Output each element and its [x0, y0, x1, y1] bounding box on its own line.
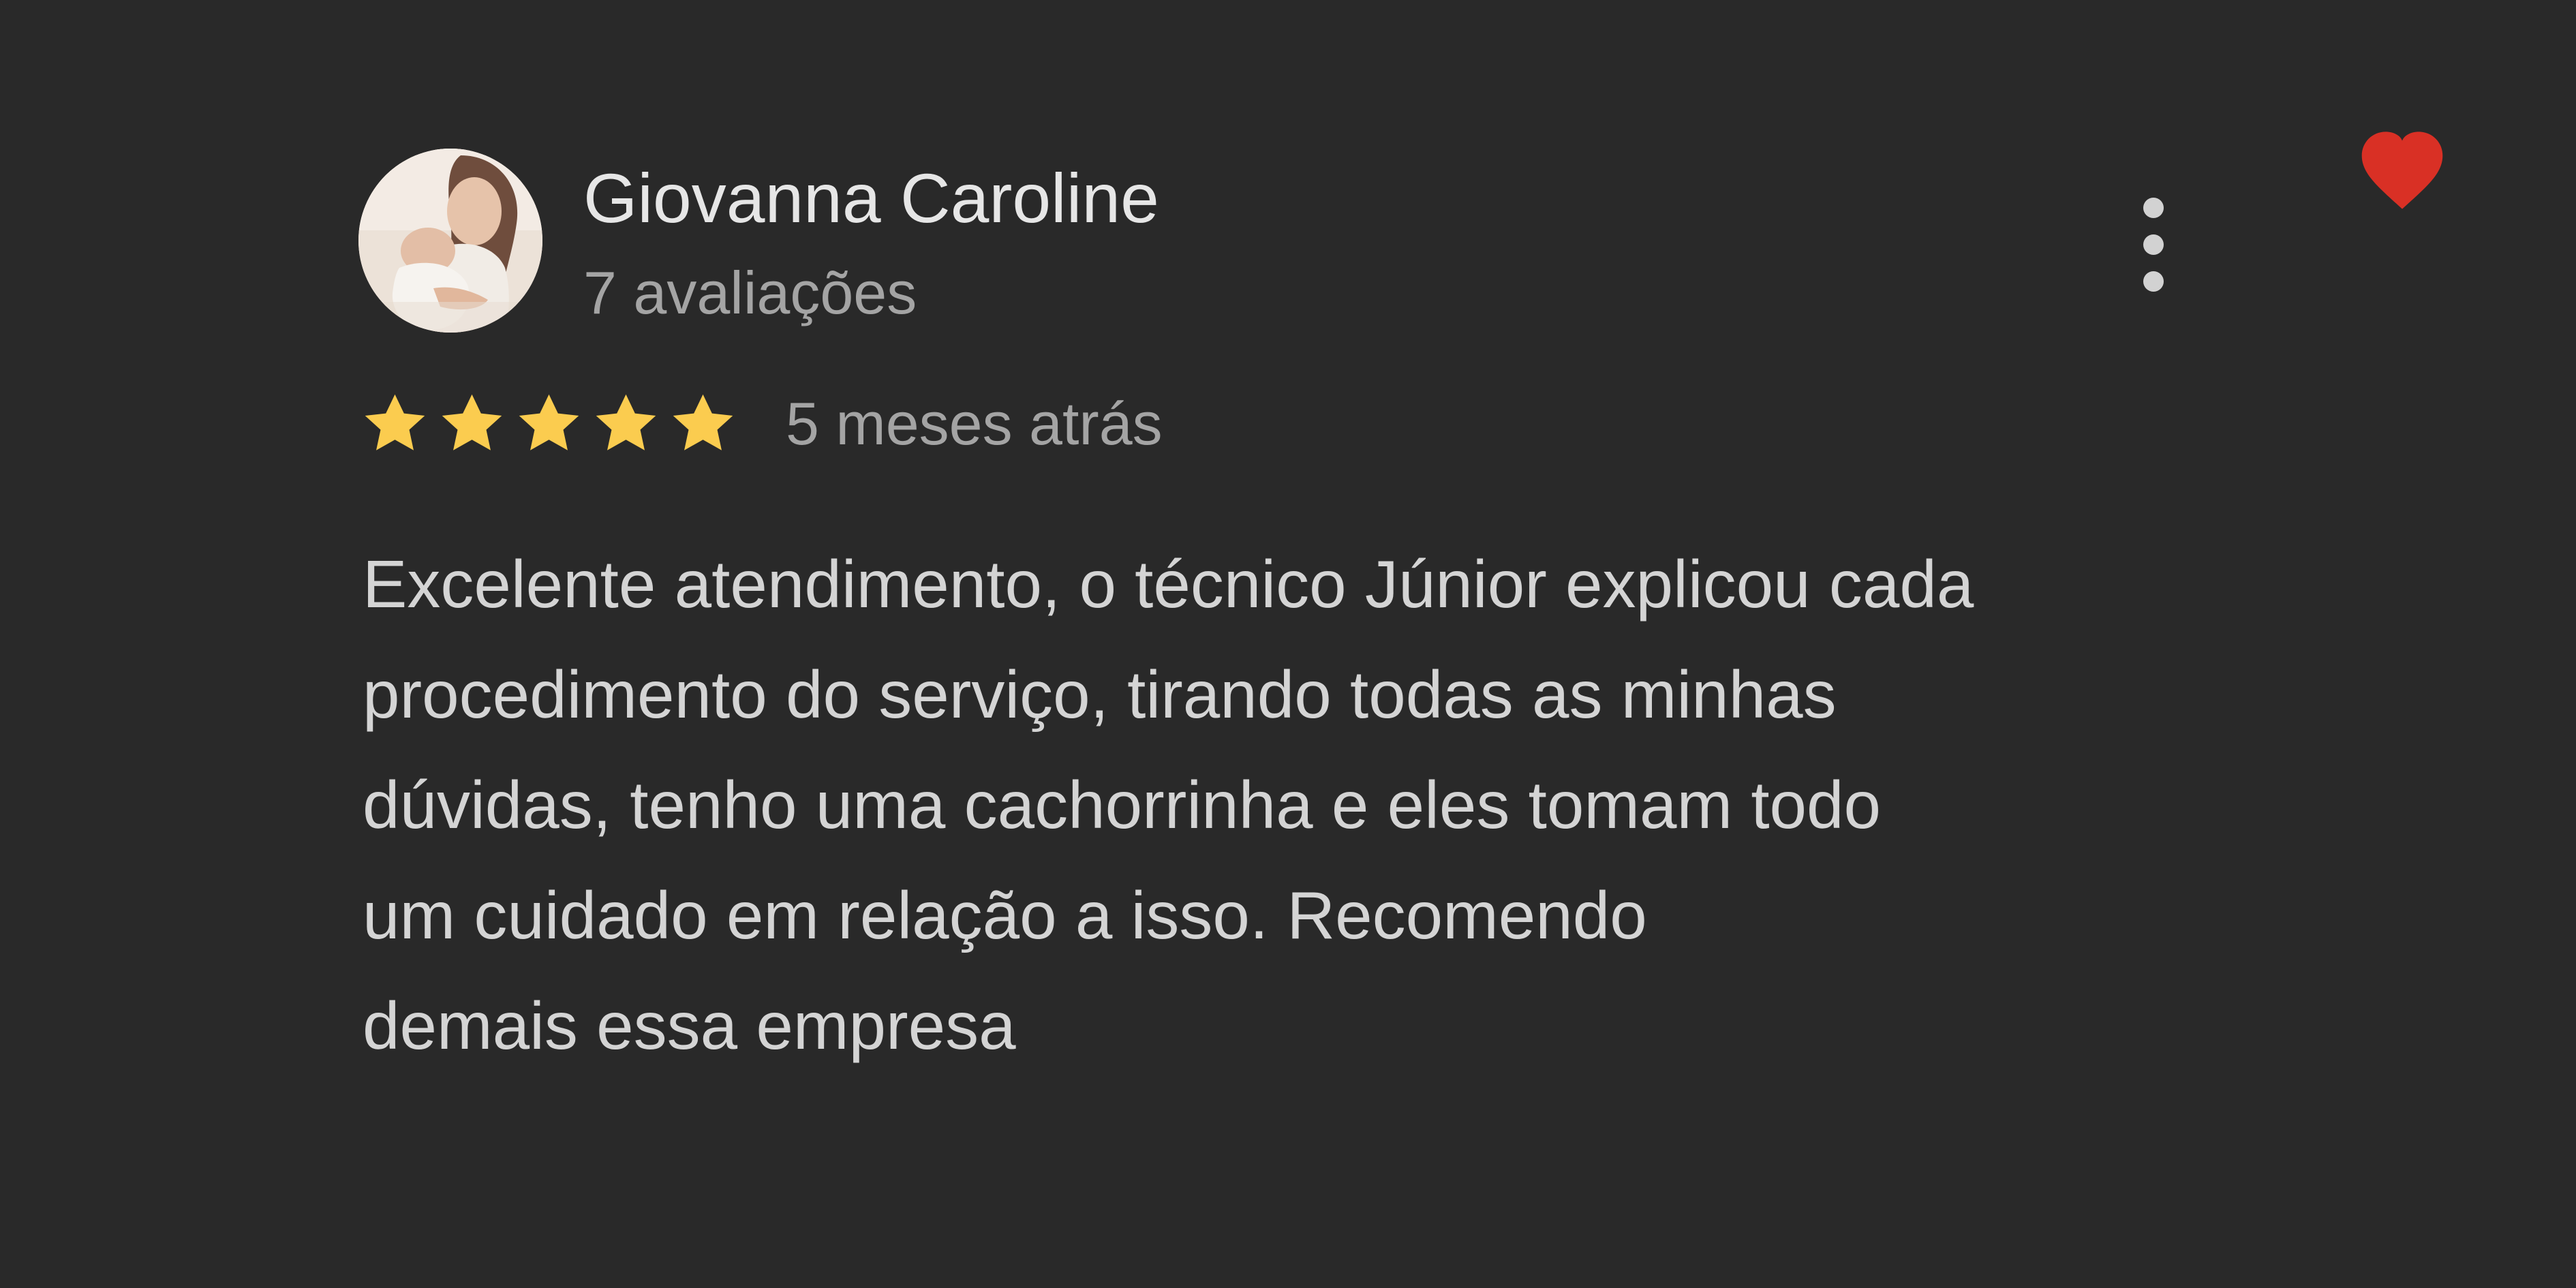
star-icon	[591, 389, 661, 459]
review-text-line: dúvidas, tenho uma cachorrinha e eles to…	[363, 767, 1882, 842]
more-vertical-icon-dot-middle	[2143, 234, 2164, 255]
review-text: Excelente atendimento, o técnico Júnior …	[363, 529, 2243, 1081]
review-text-line: Excelente atendimento, o técnico Júnior …	[363, 547, 1974, 622]
review-time: 5 meses atrás	[786, 390, 1163, 457]
rating-row: 5 meses atrás	[360, 386, 1163, 462]
reviewer-avatar[interactable]	[358, 149, 542, 333]
more-vertical-icon-dot-top	[2143, 198, 2164, 218]
star-icon	[360, 389, 430, 459]
more-vertical-icon-dot-bottom	[2143, 271, 2164, 292]
heart-icon-shape	[2361, 132, 2443, 209]
review-text-line: demais essa empresa	[363, 988, 1016, 1063]
review-text-line: um cuidado em relação a isso. Recomendo	[363, 878, 1647, 953]
avatar-photo	[358, 149, 542, 333]
star-icon	[437, 389, 507, 459]
more-options-button[interactable]	[2122, 194, 2183, 296]
star-icon	[668, 389, 738, 459]
reviewer-review-count: 7 avaliações	[583, 259, 917, 326]
star-icon	[514, 389, 584, 459]
reviewer-name[interactable]: Giovanna Caroline	[583, 154, 1159, 243]
star-rating	[360, 389, 738, 459]
review-text-line: procedimento do serviço, tirando todas a…	[363, 657, 1837, 732]
heart-icon[interactable]	[2358, 128, 2447, 213]
review-card: Giovanna Caroline 7 avaliações 5 meses a…	[0, 0, 2576, 1288]
